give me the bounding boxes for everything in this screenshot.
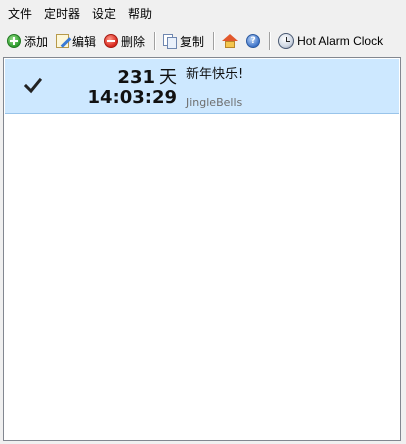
add-icon — [7, 34, 21, 48]
alarm-time: 14:03:29 — [87, 87, 177, 108]
home-icon — [222, 33, 239, 49]
alarm-title: 新年快乐! — [186, 67, 244, 82]
delete-icon — [104, 34, 119, 48]
edit-button[interactable]: 编辑 — [54, 30, 98, 52]
edit-button-label: 编辑 — [72, 34, 97, 49]
help-icon: ? — [246, 34, 261, 48]
alarm-sound: JingleBells — [186, 96, 243, 109]
menu-settings[interactable]: 设定 — [86, 0, 122, 28]
alarm-clock-icon — [278, 33, 295, 49]
copy-icon — [163, 34, 178, 49]
help-button[interactable]: ? — [244, 30, 262, 52]
toolbar-separator — [154, 32, 157, 50]
toolbar: 添加 编辑 删除 复制 ? Hot Alarm Clock — [0, 28, 406, 54]
days-remaining: 231 天 — [117, 63, 177, 89]
days-unit: 天 — [159, 67, 177, 88]
delete-button[interactable]: 删除 — [102, 30, 147, 52]
copy-button-label: 复制 — [180, 34, 205, 49]
edit-icon — [56, 34, 70, 48]
toolbar-separator — [269, 32, 272, 50]
toolbar-separator — [213, 32, 216, 50]
app-window: 文件 定时器 设定 帮助 添加 编辑 删除 复制 ? Hot Alarm Clo… — [0, 0, 406, 444]
days-value: 231 — [117, 67, 155, 88]
copy-button[interactable]: 复制 — [161, 30, 206, 52]
menu-help[interactable]: 帮助 — [122, 0, 158, 28]
hot-alarm-clock-button[interactable]: Hot Alarm Clock — [276, 30, 385, 52]
add-button-label: 添加 — [24, 34, 49, 49]
alarm-enabled-checkbox[interactable] — [24, 77, 42, 95]
hot-alarm-clock-label: Hot Alarm Clock — [297, 34, 384, 48]
delete-button-label: 删除 — [121, 34, 146, 49]
check-icon — [24, 77, 42, 94]
menu-bar: 文件 定时器 设定 帮助 — [0, 0, 406, 28]
menu-file[interactable]: 文件 — [2, 0, 38, 28]
add-button[interactable]: 添加 — [5, 30, 50, 52]
alarm-row[interactable]: 231 天 14:03:29 新年快乐! JingleBells — [5, 59, 399, 114]
menu-timer[interactable]: 定时器 — [38, 0, 86, 28]
alarm-list[interactable]: 231 天 14:03:29 新年快乐! JingleBells — [3, 57, 401, 441]
home-button[interactable] — [220, 30, 240, 52]
